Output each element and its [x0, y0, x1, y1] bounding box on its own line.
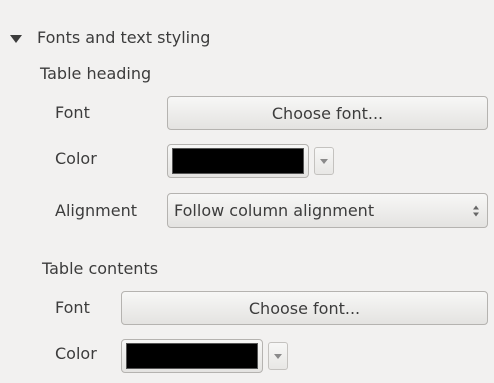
table-contents-title: Table contents [42, 259, 159, 278]
heading-alignment-select[interactable]: Follow column alignment [167, 193, 488, 228]
alignment-selected-value: Follow column alignment [174, 201, 375, 220]
contents-color-dropdown-button[interactable] [268, 342, 288, 370]
heading-choose-font-button[interactable]: Choose font... [167, 96, 488, 130]
contents-color-label: Color [55, 344, 97, 363]
section-header-fonts[interactable]: Fonts and text styling [10, 26, 210, 50]
heading-color-button[interactable] [167, 144, 309, 178]
heading-color-dropdown-button[interactable] [314, 147, 334, 175]
collapse-triangle-icon[interactable] [10, 35, 22, 43]
chevron-down-icon [274, 353, 282, 359]
contents-font-label: Font [55, 298, 90, 317]
heading-color-swatch [172, 148, 304, 174]
heading-font-label: Font [55, 103, 90, 122]
chevron-down-icon [320, 158, 328, 164]
heading-color-label: Color [55, 149, 97, 168]
heading-alignment-label: Alignment [55, 201, 137, 220]
contents-color-swatch [126, 343, 258, 369]
contents-choose-font-button[interactable]: Choose font... [121, 291, 488, 325]
contents-color-button[interactable] [121, 339, 263, 373]
up-down-arrows-icon [473, 205, 479, 216]
table-heading-title: Table heading [40, 64, 152, 83]
section-title: Fonts and text styling [37, 28, 211, 47]
